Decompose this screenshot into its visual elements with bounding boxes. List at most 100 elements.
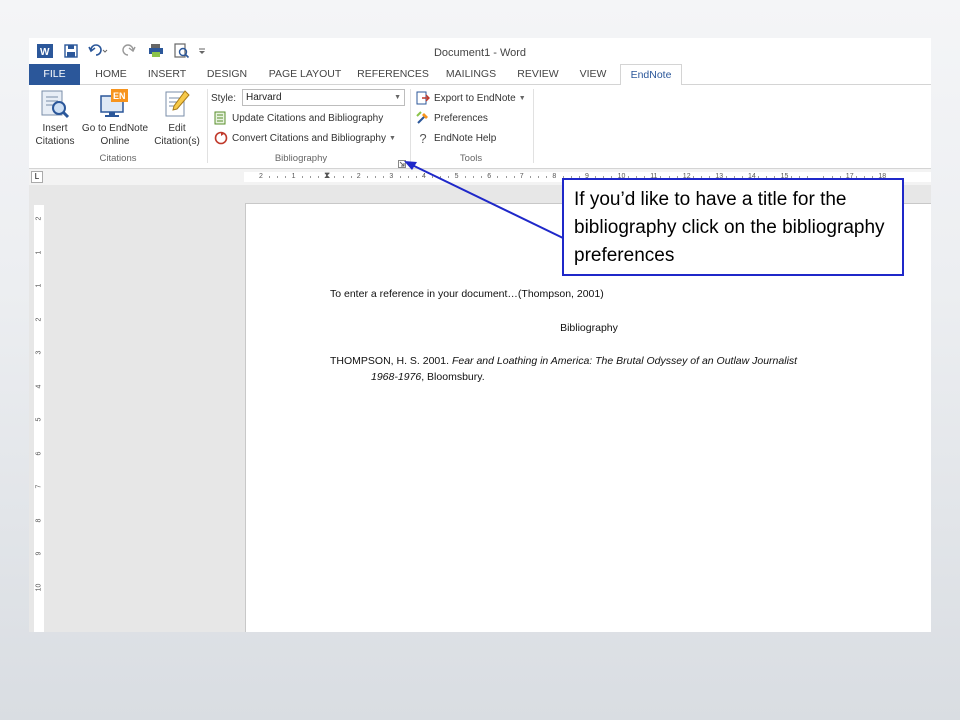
ruler-tick [383, 176, 385, 178]
ruler-tick [432, 176, 434, 178]
ruler-tick [546, 176, 548, 178]
style-label: Style: [211, 92, 237, 104]
ruler-tick [464, 176, 466, 178]
insert-citations-button[interactable]: Insert Citations [29, 122, 81, 148]
reference-title-years: 1968-1976 [371, 371, 422, 383]
ruler-number: 7 [35, 484, 43, 489]
bibliography-heading: Bibliography [560, 322, 618, 334]
ruler-tick [342, 176, 344, 178]
ruler-tick [375, 176, 377, 178]
online-label-1: Go to EndNote [81, 123, 149, 134]
ruler-number: 2 [356, 173, 361, 180]
tab-review[interactable]: REVIEW [513, 64, 563, 85]
export-to-endnote-button[interactable]: Export to EndNote ▼ [416, 90, 526, 106]
reference-publisher: , Bloomsbury. [421, 371, 485, 383]
help-icon: ? [419, 130, 427, 146]
ruler-number: 1 [35, 250, 43, 254]
ruler-tick [350, 176, 352, 178]
style-select-value: Harvard [246, 92, 282, 103]
ruler-tick [407, 176, 409, 178]
ruler-tick [448, 176, 450, 178]
ruler-tick [366, 176, 368, 178]
ruler-tick [440, 176, 442, 178]
endnote-help-button[interactable]: ? EndNote Help [416, 130, 496, 146]
insert-citations-icon[interactable] [39, 89, 71, 121]
ruler-tick [269, 176, 271, 178]
tab-references[interactable]: REFERENCES [357, 64, 429, 85]
ruler-number: 5 [454, 173, 459, 180]
group-label-bibliography: Bibliography [274, 153, 328, 164]
reference-title: Fear and Loathing in America: The Brutal… [451, 355, 798, 367]
style-select[interactable]: Harvard ▼ [242, 89, 405, 106]
tab-home[interactable]: HOME [86, 64, 136, 85]
svg-text:EN: EN [113, 91, 126, 101]
bibliography-entry-line-2: 1968-1976, Bloomsbury. [371, 371, 485, 383]
edit-citation-icon[interactable] [163, 89, 191, 119]
go-to-endnote-online-button[interactable]: Go to EndNote Online [79, 122, 151, 148]
ruler-number: 8 [552, 173, 557, 180]
ruler-number: 2 [259, 173, 263, 180]
endnote-help-label: EndNote Help [434, 132, 497, 144]
ruler-tick [472, 176, 474, 178]
ruler-number: 6 [35, 451, 43, 455]
ruler-tick [415, 176, 417, 178]
ruler-tick [513, 176, 515, 178]
tab-selector[interactable]: L [31, 171, 43, 183]
ruler-number: 1 [291, 173, 296, 180]
update-citations-button[interactable]: Update Citations and Bibliography [214, 110, 383, 126]
group-label-tools: Tools [459, 153, 483, 164]
export-to-endnote-label: Export to EndNote [434, 92, 516, 104]
ruler-tick [301, 176, 303, 178]
ruler-number: 1 [35, 283, 43, 288]
vertical-ruler[interactable]: 2 1 1 2 3 4 5 6 7 8 9 10 [34, 205, 44, 632]
title-bar: W Document1 - Word [29, 38, 931, 64]
chevron-down-icon: ▼ [388, 134, 396, 142]
ruler-tick [481, 176, 483, 178]
preferences-button[interactable]: Preferences [416, 110, 488, 126]
window-title: Document1 - Word [433, 47, 527, 59]
insert-citations-label-2: Citations [35, 136, 75, 147]
bibliography-dialog-launcher-icon[interactable] [398, 155, 406, 168]
edit-label-1: Edit [168, 123, 186, 134]
insert-citations-label-1: Insert [42, 123, 68, 134]
endnote-online-icon[interactable]: EN [99, 88, 131, 120]
group-separator [533, 89, 534, 163]
ruler-tick [399, 176, 401, 178]
ruler-number: 2 [35, 216, 43, 221]
word-window: W Document1 - Word FILE HOME INSERT DESI… [29, 38, 931, 632]
tab-page-layout[interactable]: PAGE LAYOUT [264, 64, 346, 85]
reference-author-year: THOMPSON, H. S. 2001. [330, 355, 452, 367]
edit-label-2: Citation(s) [154, 136, 200, 147]
ruler-number: 2 [35, 317, 43, 321]
tab-endnote[interactable]: EndNote [620, 64, 682, 86]
ruler-number: 3 [35, 350, 43, 355]
preferences-label: Preferences [434, 112, 488, 124]
ruler-number: 6 [487, 173, 492, 180]
ruler-number: 9 [35, 551, 43, 556]
convert-citations-button[interactable]: Convert Citations and Bibliography ▼ [214, 130, 396, 146]
tab-design[interactable]: DESIGN [201, 64, 253, 85]
ruler-number: 8 [35, 518, 43, 522]
convert-citations-label: Convert Citations and Bibliography [232, 132, 386, 144]
tab-mailings[interactable]: MAILINGS [441, 64, 501, 85]
ruler-tick [277, 176, 279, 178]
preferences-icon [416, 111, 430, 125]
online-label-2: Online [100, 136, 130, 147]
convert-icon [214, 131, 228, 145]
ruler-tick [318, 176, 320, 178]
edit-citations-button[interactable]: Edit Citation(s) [149, 122, 205, 148]
tab-file[interactable]: FILE [29, 64, 80, 85]
tab-view[interactable]: VIEW [572, 64, 614, 85]
chevron-down-icon: ▼ [394, 94, 401, 101]
ruler-number: 3 [389, 173, 394, 180]
ruler-tick [334, 176, 336, 178]
ruler-number: 4 [35, 384, 43, 388]
ruler-tick [497, 176, 499, 178]
ruler-number: 4 [422, 173, 426, 180]
indent-marker-icon[interactable]: ⧗ [324, 170, 330, 181]
ribbon-endnote: Insert Citations EN Go to EndNote Online… [29, 85, 931, 169]
ruler-tick [309, 176, 311, 178]
tab-insert[interactable]: INSERT [141, 64, 193, 85]
group-separator [410, 89, 411, 163]
chevron-down-icon: ▼ [518, 94, 526, 102]
